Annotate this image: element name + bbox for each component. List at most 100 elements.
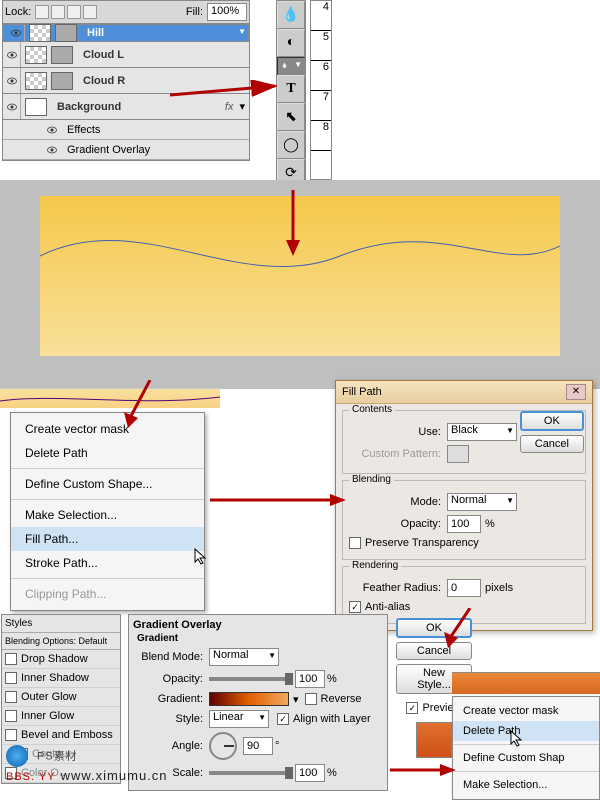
group-label: Blending (349, 474, 394, 485)
preserve-checkbox[interactable] (349, 537, 361, 549)
fx-badge[interactable]: fx (225, 101, 234, 113)
feather-input[interactable] (447, 579, 481, 597)
antialias-label: Anti-alias (365, 601, 410, 613)
layer-name: Background (57, 101, 121, 113)
layer-thumb (25, 72, 47, 90)
dodge-tool[interactable]: ◐ (277, 29, 305, 57)
path-select-tool[interactable]: ⬉ (277, 103, 305, 131)
style-bevel-emboss[interactable]: Bevel and Emboss (2, 726, 120, 745)
gradient-overlay-row[interactable]: Gradient Overlay (3, 140, 249, 160)
style-label: Style: (133, 713, 203, 725)
mini-hill (452, 672, 600, 694)
artboard[interactable] (40, 196, 560, 356)
antialias-checkbox[interactable]: ✓ (349, 601, 361, 613)
opacity-label: Opacity: (349, 518, 441, 530)
menu-create-vector-mask[interactable]: Create vector mask (453, 701, 599, 721)
close-icon[interactable]: ✕ (566, 384, 586, 400)
blend-mode-select[interactable]: Normal (209, 648, 279, 666)
style-select[interactable]: Linear (209, 710, 269, 728)
effects-row[interactable]: Effects (3, 120, 249, 140)
feather-label: Feather Radius: (349, 582, 441, 594)
preview-checkbox[interactable]: ✓ (406, 702, 418, 714)
layers-panel: Lock: Fill: 100% Hill Cloud L Cloud R Ba… (2, 0, 250, 161)
go-section: Gradient (137, 633, 383, 644)
layer-thumb (25, 46, 47, 64)
lock-box[interactable] (51, 5, 65, 19)
blending-group: Blending Mode:Normal Opacity:% Preserve … (342, 480, 586, 560)
pen-tool[interactable] (277, 57, 305, 75)
dialog-titlebar[interactable]: Fill Path ✕ (336, 381, 592, 404)
gradient-swatch[interactable] (209, 692, 289, 706)
align-checkbox[interactable]: ✓ (277, 713, 289, 725)
ok-button[interactable]: OK (396, 618, 472, 638)
cancel-button[interactable]: Cancel (520, 435, 584, 453)
layer-background[interactable]: Background fx▾ (3, 94, 249, 120)
menu-define-custom-shape[interactable]: Define Custom Shap (453, 748, 599, 768)
gradient-label: Gradient: (133, 693, 203, 705)
ruler-tick: 7 (323, 91, 329, 103)
blending-default[interactable]: Blending Options: Default (2, 633, 120, 650)
lock-label: Lock: (5, 6, 31, 18)
layer-cloud-r[interactable]: Cloud R (3, 68, 249, 94)
effects-label: Effects (67, 124, 100, 136)
ok-button[interactable]: OK (520, 411, 584, 431)
logo-icon (6, 745, 28, 767)
style-inner-glow[interactable]: Inner Glow (2, 707, 120, 726)
menu-delete-path[interactable]: Delete Path (11, 441, 204, 465)
mode-select[interactable]: Normal (447, 493, 517, 511)
menu-clipping-path: Clipping Path... (11, 582, 204, 606)
ellipse-tool[interactable]: ◯ (277, 131, 305, 159)
px: pixels (485, 582, 513, 594)
menu-stroke-path[interactable]: Stroke Path... (11, 551, 204, 575)
ruler-tick: 4 (323, 1, 329, 13)
lock-box[interactable] (35, 5, 49, 19)
preview-swatch (416, 722, 452, 758)
blur-tool[interactable]: 💧 (277, 1, 305, 29)
dialog-title: Fill Path (342, 386, 382, 398)
visibility-icon[interactable] (3, 94, 21, 119)
opacity-slider[interactable] (209, 677, 289, 681)
layer-mask (51, 46, 73, 64)
cancel-button[interactable]: Cancel (396, 642, 472, 660)
menu-fill-path[interactable]: Fill Path... (11, 527, 204, 551)
menu-delete-path[interactable]: Delete Path (453, 721, 599, 741)
style-inner-shadow[interactable]: Inner Shadow (2, 669, 120, 688)
canvas-area (0, 180, 600, 375)
angle-dial[interactable] (209, 732, 237, 760)
opacity-label: Opacity: (133, 673, 203, 685)
scale-slider[interactable] (209, 771, 289, 775)
lock-row: Lock: Fill: 100% (3, 1, 249, 24)
group-label: Rendering (349, 560, 401, 571)
tool-palette: 💧 ◐ T ⬉ ◯ ⟳ (276, 0, 306, 188)
visibility-icon[interactable] (7, 25, 25, 41)
scale-input[interactable] (295, 764, 325, 782)
lock-box[interactable] (83, 5, 97, 19)
opacity-input[interactable] (447, 515, 481, 533)
style-drop-shadow[interactable]: Drop Shadow (2, 650, 120, 669)
fill-value[interactable]: 100% (207, 3, 247, 21)
layer-name: Cloud L (83, 49, 124, 61)
type-tool[interactable]: T (277, 75, 305, 103)
cursor-icon (194, 548, 208, 566)
lock-box[interactable] (67, 5, 81, 19)
opacity-input[interactable] (295, 670, 325, 688)
layer-mask (51, 72, 73, 90)
layer-cloud-l[interactable]: Cloud L (3, 42, 249, 68)
reverse-label: Reverse (321, 693, 362, 705)
menu-make-selection[interactable]: Make Selection... (453, 775, 599, 795)
visibility-icon[interactable] (3, 42, 21, 67)
menu-define-custom-shape[interactable]: Define Custom Shape... (11, 472, 204, 496)
menu-make-selection[interactable]: Make Selection... (11, 503, 204, 527)
layer-hill[interactable]: Hill (3, 24, 249, 42)
style-outer-glow[interactable]: Outer Glow (2, 688, 120, 707)
use-select[interactable]: Black (447, 423, 517, 441)
path-context-menu: Create vector mask Delete Path Define Cu… (10, 412, 205, 611)
layer-name: Cloud R (83, 75, 125, 87)
angle-input[interactable] (243, 737, 273, 755)
arrow-icon (390, 760, 460, 780)
reverse-checkbox[interactable] (305, 693, 317, 705)
hill-strip (0, 388, 220, 408)
visibility-icon[interactable] (3, 68, 21, 93)
pen-path[interactable] (40, 196, 560, 356)
menu-create-vector-mask[interactable]: Create vector mask (11, 417, 204, 441)
